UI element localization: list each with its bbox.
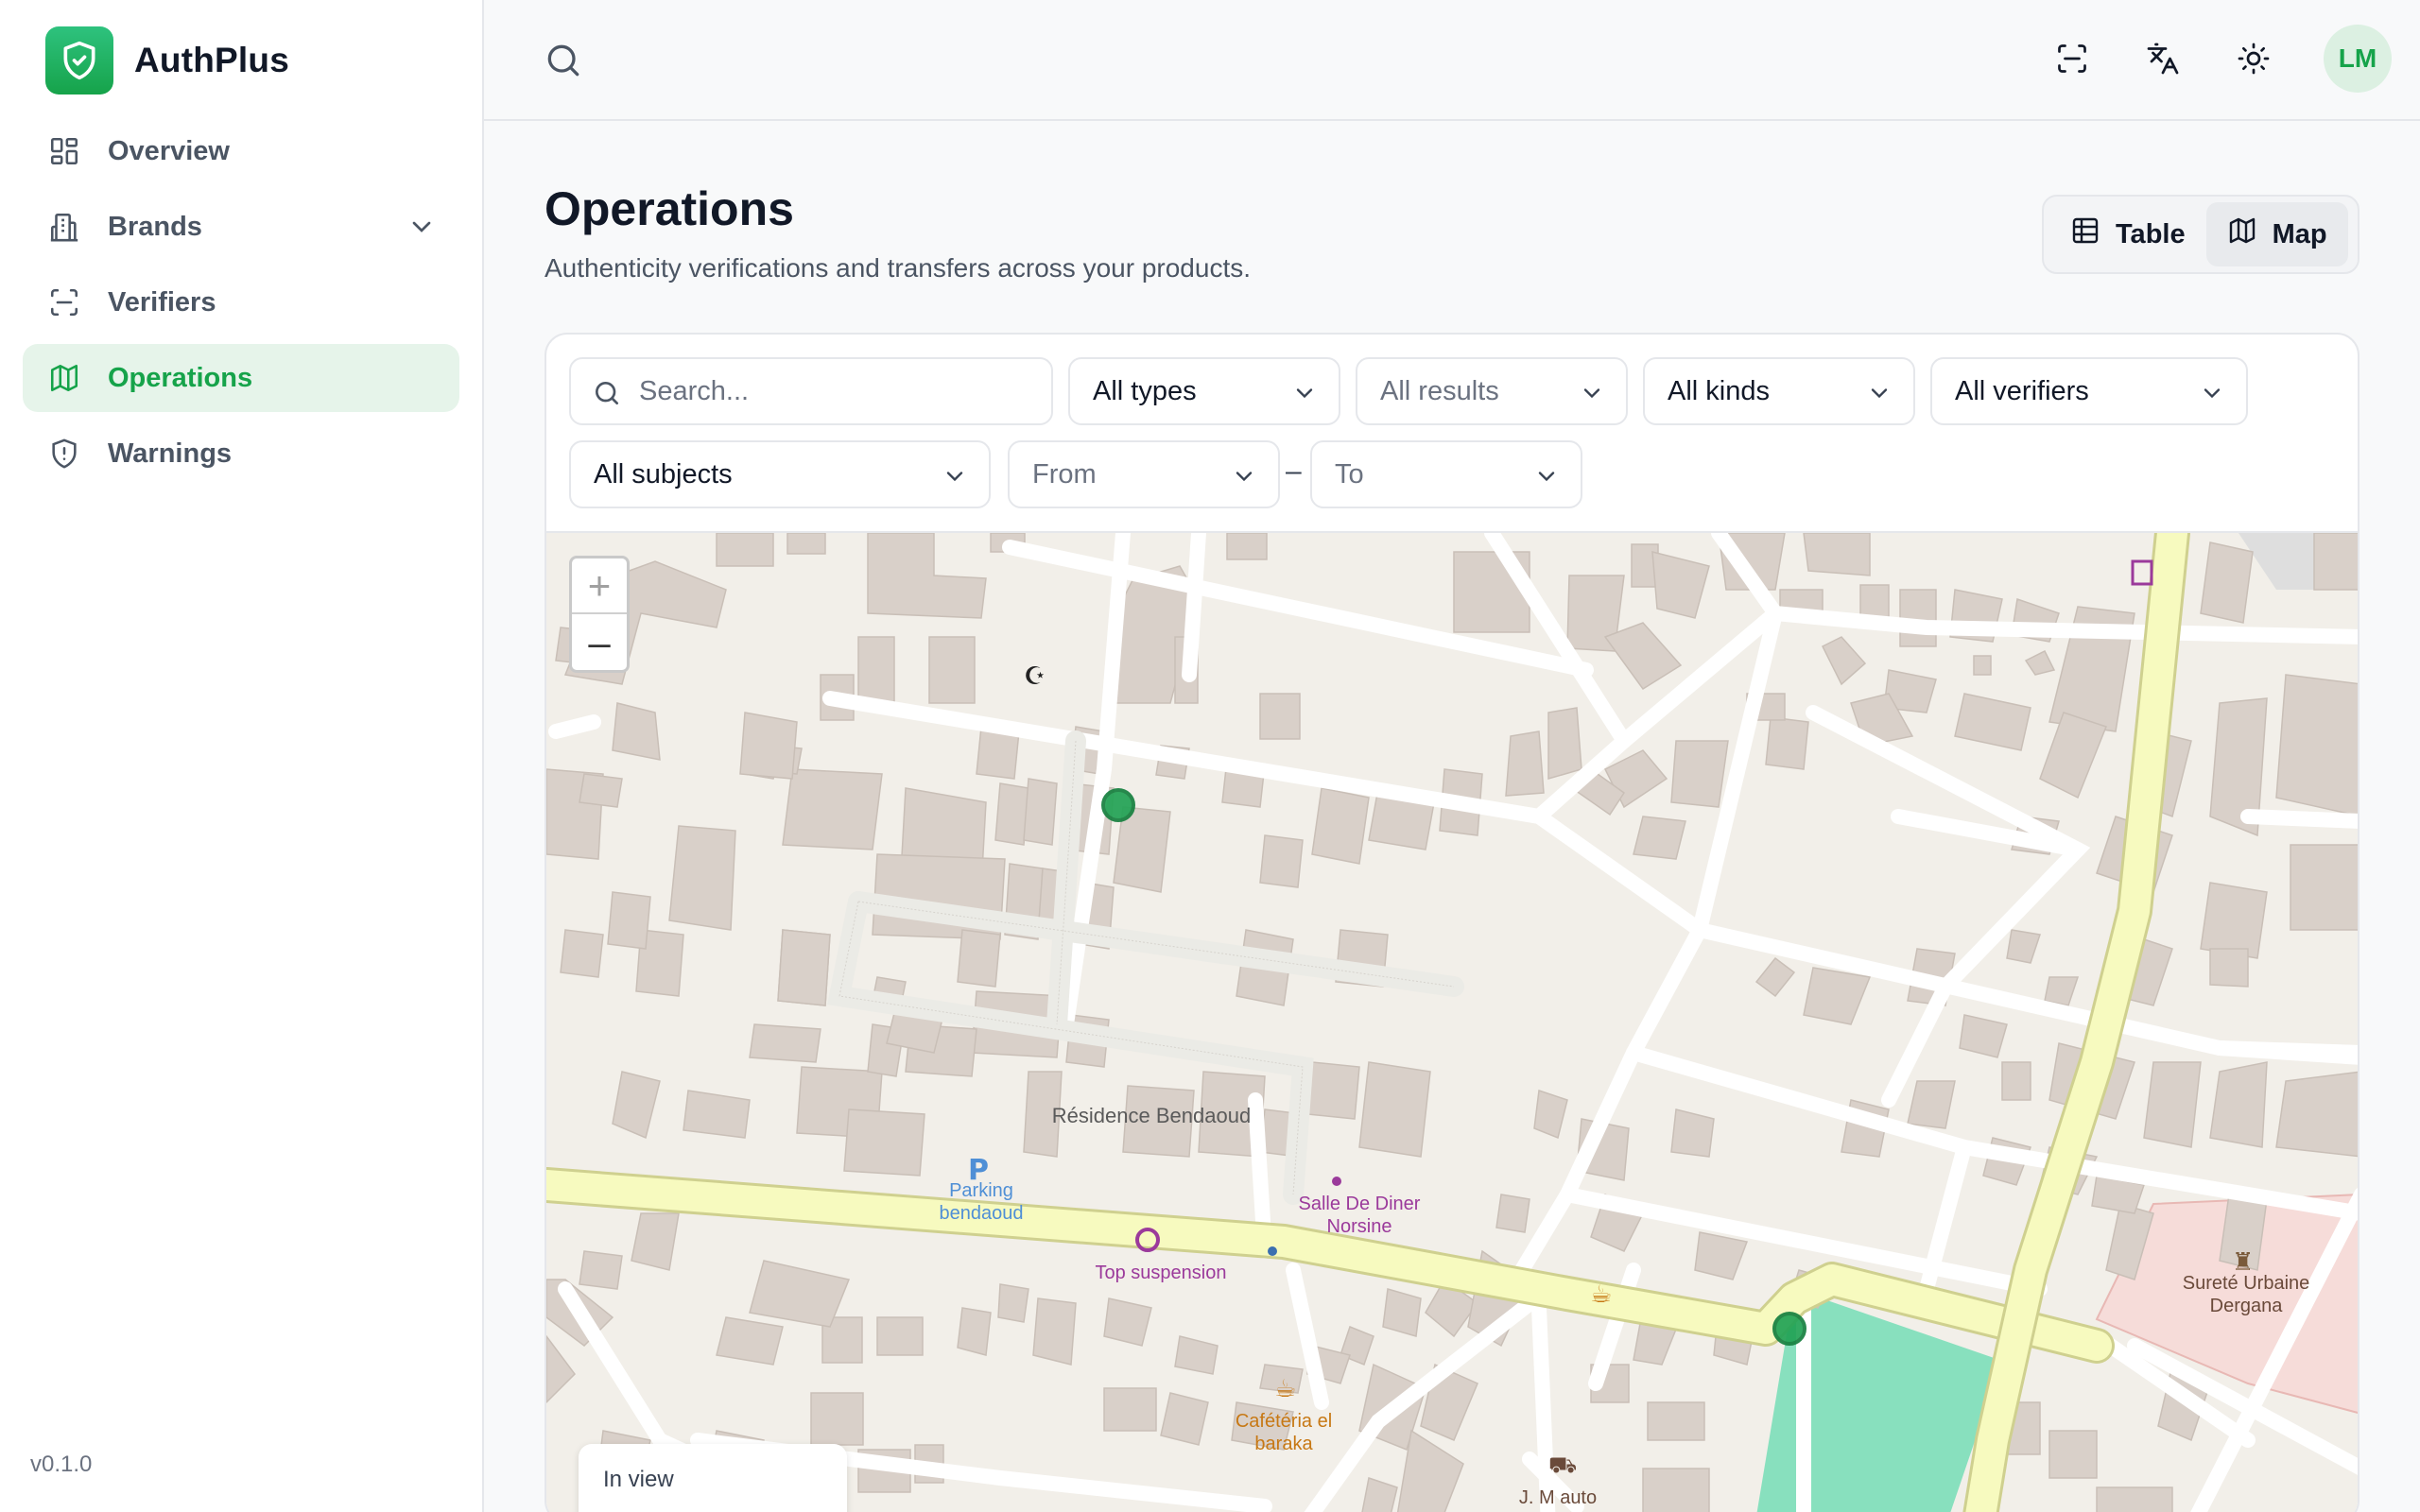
operations-card: Search... All types All results All kind… — [544, 333, 2360, 1512]
from-value: From — [1032, 458, 1097, 490]
zoom-out-button[interactable]: – — [572, 614, 627, 670]
types-select[interactable]: All types — [1068, 357, 1340, 425]
results-select[interactable]: All results — [1356, 357, 1628, 425]
from-date-select[interactable]: From — [1008, 440, 1280, 508]
sidebar-item-label: Overview — [108, 135, 230, 166]
zoom-control: + – — [569, 556, 630, 673]
shield-check-logo-icon — [45, 26, 113, 94]
date-range-separator: – — [1286, 455, 1302, 487]
kinds-value: All kinds — [1668, 375, 1770, 406]
search-input[interactable]: Search... — [569, 357, 1053, 425]
grid-icon — [45, 132, 83, 170]
chevron-down-icon — [1866, 380, 1893, 406]
results-value: All results — [1380, 375, 1499, 406]
map-icon — [2227, 215, 2257, 253]
table-view-label: Table — [2116, 218, 2186, 249]
sidebar-item-brands[interactable]: Brands — [23, 193, 459, 261]
chevron-down-icon — [1533, 463, 1560, 490]
search-placeholder: Search... — [639, 375, 750, 406]
chevron-down-icon[interactable] — [406, 212, 437, 242]
map-icon — [45, 359, 83, 397]
sidebar-item-verifiers[interactable]: Verifiers — [23, 268, 459, 336]
map-label-parking: Parking bendaoud — [939, 1180, 1024, 1224]
subjects-value: All subjects — [594, 458, 733, 490]
in-view-panel: In view — [579, 1444, 847, 1512]
chevron-down-icon — [2199, 380, 2225, 406]
shield-alert-icon — [45, 435, 83, 472]
page-title: Operations — [544, 182, 794, 235]
avatar[interactable]: LM — [2324, 25, 2392, 93]
building-icon — [45, 208, 83, 246]
to-value: To — [1335, 458, 1364, 490]
chevron-down-icon — [942, 463, 968, 490]
operations-map[interactable]: ☪ P ☕ ☕ ♜ ⛟ Résidence Bendaoud Parking b… — [546, 531, 2360, 1512]
map-label-residence: Résidence Bendaoud — [1051, 1104, 1252, 1127]
app-version: v0.1.0 — [30, 1452, 93, 1477]
search-icon[interactable] — [543, 40, 584, 81]
map-view-label: Map — [2272, 218, 2327, 249]
svg-text:☕: ☕ — [1590, 1280, 1612, 1309]
chevron-down-icon — [1231, 463, 1257, 490]
sidebar-item-overview[interactable]: Overview — [23, 117, 459, 185]
map-marker[interactable] — [1101, 788, 1135, 822]
map-label-m-auto: J. M auto — [1518, 1487, 1598, 1508]
kinds-select[interactable]: All kinds — [1643, 357, 1915, 425]
verifiers-value: All verifiers — [1955, 375, 2089, 406]
map-view-button[interactable]: Map — [2205, 202, 2348, 266]
sidebar-item-operations[interactable]: Operations — [23, 344, 459, 412]
map-label-top-suspension: Top suspension — [1095, 1263, 1227, 1283]
chevron-down-icon — [1579, 380, 1605, 406]
sidebar: AuthPlus Overview Brands Verifiers Opera… — [0, 0, 484, 1512]
verifiers-select[interactable]: All verifiers — [1930, 357, 2248, 425]
search-icon — [592, 378, 622, 408]
to-date-select[interactable]: To — [1310, 440, 1582, 508]
table-view-button[interactable]: Table — [2049, 202, 2206, 266]
sidebar-nav: Overview Brands Verifiers Operations War… — [23, 117, 459, 495]
subjects-select[interactable]: All subjects — [569, 440, 991, 508]
mosque-icon: ☪ — [1024, 662, 1046, 691]
sidebar-item-label: Operations — [108, 362, 253, 393]
types-value: All types — [1093, 375, 1197, 406]
map-marker[interactable] — [1772, 1312, 1806, 1346]
map-label-surete: Sureté Urbaine Dergana — [2182, 1273, 2310, 1316]
sun-icon[interactable] — [2227, 32, 2280, 85]
map-label-salle: Salle De Diner Norsine — [1298, 1194, 1421, 1237]
topbar-actions: LM — [2046, 25, 2392, 93]
topbar: LM — [484, 0, 2420, 121]
scan-icon[interactable] — [2046, 32, 2099, 85]
car-repair-icon: ⛟ — [1548, 1452, 1577, 1478]
view-toggle: Table Map — [2042, 195, 2360, 274]
page-subtitle: Authenticity verifications and transfers… — [544, 253, 1252, 283]
brand[interactable]: AuthPlus — [45, 26, 289, 94]
in-view-label: In view — [603, 1467, 674, 1492]
scan-icon — [45, 284, 83, 321]
svg-text:☪: ☪ — [1024, 662, 1046, 691]
translate-icon[interactable] — [2136, 32, 2189, 85]
sidebar-item-label: Verifiers — [108, 286, 216, 318]
svg-text:☕: ☕ — [1274, 1375, 1296, 1403]
sidebar-item-warnings[interactable]: Warnings — [23, 420, 459, 488]
sidebar-item-label: Warnings — [108, 438, 233, 469]
chevron-down-icon — [1291, 380, 1318, 406]
sidebar-item-label: Brands — [108, 211, 202, 242]
zoom-in-button[interactable]: + — [572, 558, 627, 614]
map-label-cafeteria: Cafétéria el baraka — [1235, 1411, 1333, 1454]
map-tiles[interactable]: ☪ P ☕ ☕ ♜ ⛟ — [546, 533, 2360, 1512]
svg-text:⛟: ⛟ — [1548, 1452, 1577, 1478]
brand-name: AuthPlus — [134, 41, 289, 79]
table-icon — [2070, 215, 2100, 253]
